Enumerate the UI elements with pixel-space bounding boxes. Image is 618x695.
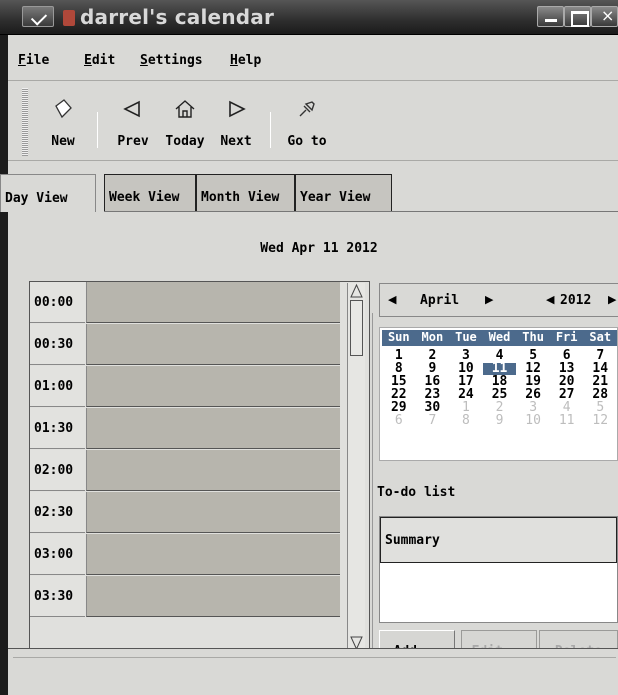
calendar-day-other-month[interactable]: 12 [583,414,617,427]
tab-day-view[interactable]: Day View [0,174,96,212]
year-label: 2012 [560,293,592,308]
next-button[interactable]: Next [216,98,256,149]
weekday-label: Fri [555,330,578,344]
menu-help[interactable]: Help [230,53,261,68]
window-border [0,35,8,695]
tab-month-view[interactable]: Month View [196,174,295,212]
time-slot[interactable] [86,408,340,449]
time-slot[interactable] [86,492,340,533]
calendar-day-other-month[interactable]: 8 [449,414,483,427]
current-date: Wed Apr 11 2012 [260,241,378,256]
window-menu-icon[interactable] [22,6,54,27]
time-label: 00:00 [30,282,85,323]
time-row[interactable]: 00:00 [30,282,340,324]
time-label: 02:30 [30,492,85,533]
weekday-label: Wed [488,330,511,344]
time-slot[interactable] [86,324,340,365]
title-bar[interactable]: darrel's calendar [0,0,618,35]
menu-bar: File Edit Settings Help [8,35,618,81]
status-bar [8,648,618,695]
prev-month-icon[interactable]: ◀ [388,293,396,306]
weekday-label: Thu [522,330,544,344]
maximize-icon[interactable] [564,6,591,27]
time-label: 00:30 [30,324,85,365]
time-slot[interactable] [86,282,340,323]
new-page-icon [55,99,72,119]
new-button[interactable]: New [46,98,80,149]
next-month-icon[interactable]: ▶ [485,293,493,306]
time-row[interactable]: 02:00 [30,450,340,492]
calendar-day-other-month[interactable]: 10 [516,414,550,427]
time-label: 01:30 [30,408,85,449]
todo-list[interactable]: Summary [379,516,618,623]
todo-list-label: To-do list [377,485,456,500]
time-slot[interactable] [86,576,340,617]
day-grid: 00:00 00:30 01:00 01:30 02:00 02:30 03:0… [29,281,370,656]
status-text-area [13,657,616,689]
main-content: File Edit Settings Help New Prev Today N… [0,35,618,695]
time-slot[interactable] [86,450,340,491]
left-arrow-icon [123,100,140,118]
prev-year-icon[interactable]: ◀ [546,293,554,306]
time-row[interactable]: 01:30 [30,408,340,450]
toolbar: New Prev Today Next Go to [8,82,618,161]
next-year-icon[interactable]: ▶ [608,293,616,306]
tab-week-view[interactable]: Week View [104,174,196,212]
calendar-day-other-month[interactable]: 9 [483,414,517,427]
menu-edit[interactable]: Edit [84,53,115,68]
time-slot[interactable] [86,366,340,407]
weekday-header: Sun Mon Tue Wed Thu Fri Sat [382,330,617,346]
weekday-label: Mon [421,330,444,344]
app-window: darrel's calendar File Edit Settings Hel… [0,0,618,695]
right-arrow-icon [229,100,246,118]
weekday-label: Sun [387,330,410,344]
close-icon[interactable] [591,6,618,27]
mini-calendar: ◀ April ▶ ◀ 2012 ▶ Sun Mon Tue Wed Thu F… [379,283,618,461]
calendar-nav: ◀ April ▶ ◀ 2012 ▶ [379,283,618,317]
time-row[interactable]: 02:30 [30,492,340,534]
time-row[interactable]: 01:00 [30,366,340,408]
time-slot[interactable] [86,534,340,575]
vertical-scroll-thumb[interactable] [350,300,363,356]
goto-button[interactable]: Go to [283,98,331,149]
weekday-label: Tue [455,330,477,344]
toolbar-separator [270,112,271,148]
minimize-icon[interactable] [537,6,564,27]
time-row[interactable]: 03:30 [30,576,340,618]
time-label: 01:00 [30,366,85,407]
time-label: 03:30 [30,576,85,617]
prev-button[interactable]: Prev [113,98,153,149]
time-row[interactable]: 03:00 [30,534,340,576]
home-icon [175,100,195,118]
calendar-day-other-month[interactable]: 6 [382,414,416,427]
time-row[interactable]: 00:30 [30,324,340,366]
app-icon [63,10,75,26]
calendar-day-other-month[interactable]: 7 [416,414,450,427]
vertical-scrollbar[interactable] [347,283,365,653]
menu-file[interactable]: File [18,53,49,68]
window-title: darrel's calendar [80,5,275,29]
calendar-day-other-month[interactable]: 11 [550,414,584,427]
weekday-label: Sat [589,330,612,344]
summary-column-header[interactable]: Summary [380,517,617,563]
menu-settings[interactable]: Settings [140,53,203,68]
calendar-week: 6 7 8 9 10 11 12 [382,414,617,427]
time-label: 02:00 [30,450,85,491]
scroll-up-icon[interactable] [349,283,364,299]
tab-year-view[interactable]: Year View [295,174,392,212]
toolbar-grip[interactable] [22,88,28,156]
toolbar-separator [97,112,98,148]
tab-divider [104,211,618,212]
calendar-grid: Sun Mon Tue Wed Thu Fri Sat 1234567 8 9 10… [379,327,618,461]
time-label: 03:00 [30,534,85,575]
today-button[interactable]: Today [163,98,207,149]
month-label: April [420,293,460,308]
jump-icon [299,101,315,117]
